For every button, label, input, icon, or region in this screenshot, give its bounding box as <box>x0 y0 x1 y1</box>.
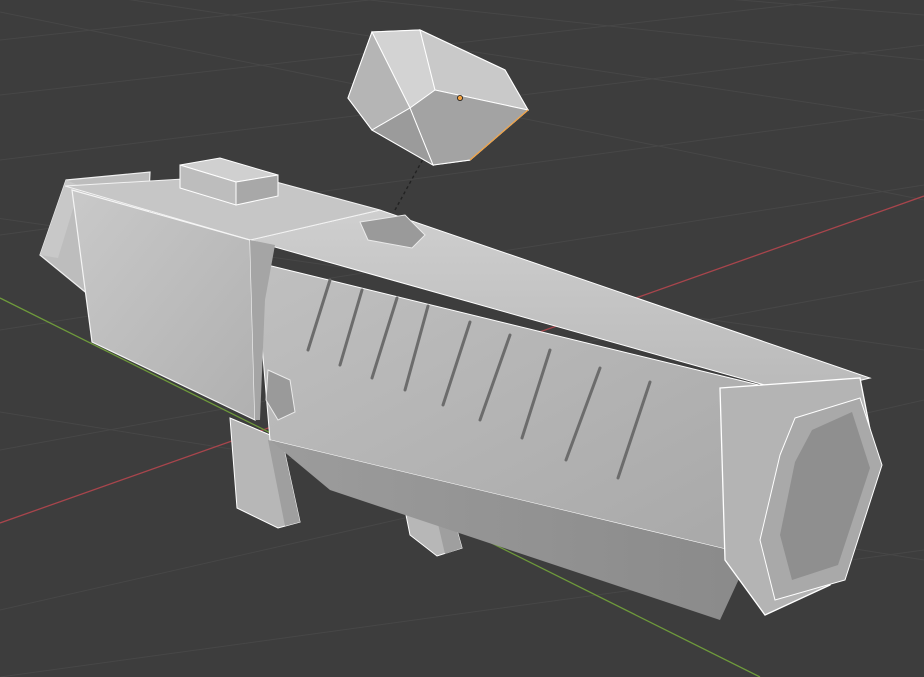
gem-sight[interactable] <box>347 29 530 167</box>
viewport-canvas[interactable] <box>0 0 924 677</box>
muzzle <box>719 377 883 616</box>
object-origin-point[interactable] <box>456 95 463 102</box>
3d-viewport[interactable] <box>0 0 924 677</box>
